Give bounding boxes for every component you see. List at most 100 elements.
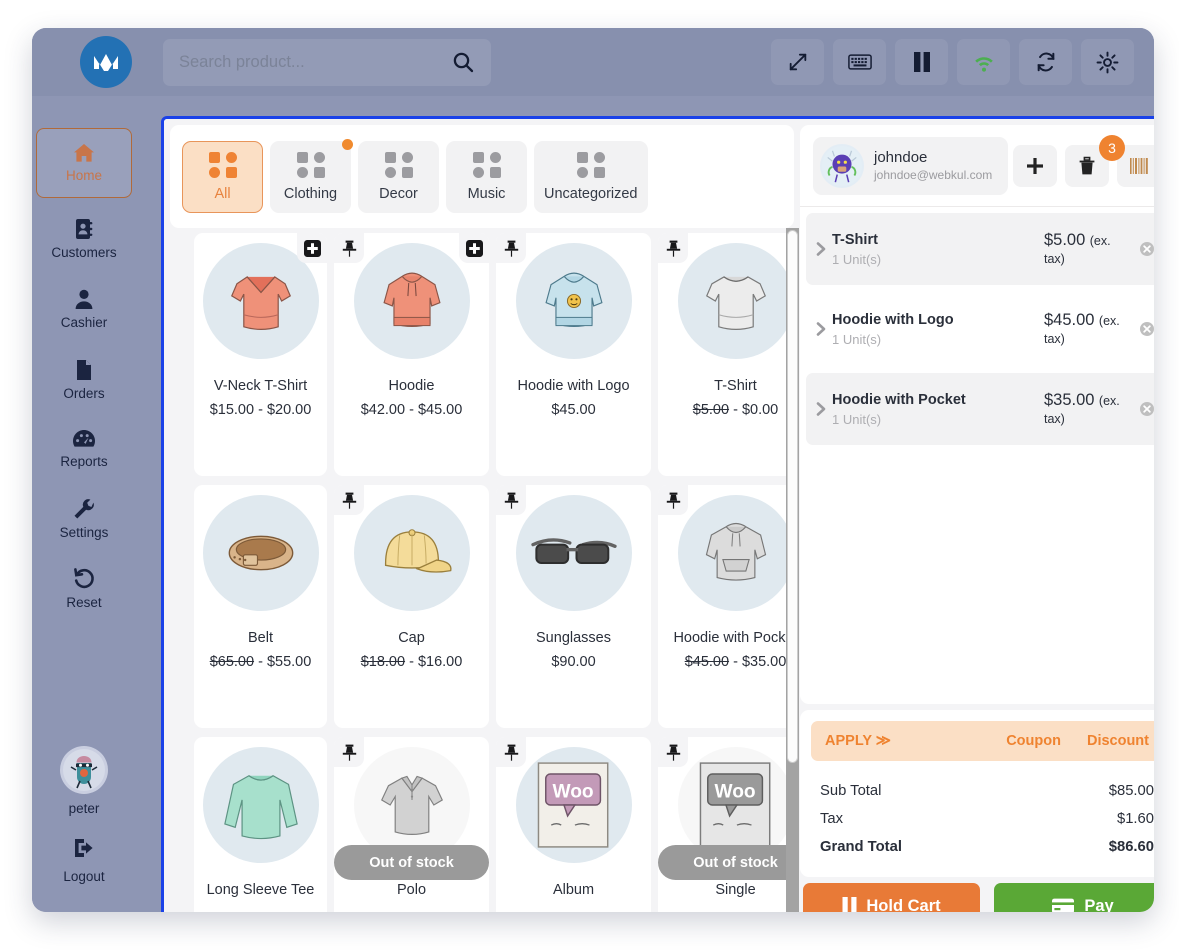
scrollbar-thumb[interactable] [787, 230, 798, 763]
product-card[interactable]: Hoodie with Pocket $45.00 - $35.00 [658, 485, 794, 728]
product-card[interactable]: Cap $18.00 - $16.00 [334, 485, 489, 728]
product-price-text: $45.00 [551, 402, 596, 418]
product-card[interactable]: Sunglasses $90.00 [496, 485, 651, 728]
cart-item-units: 1 Unit(s) [832, 252, 882, 267]
product-name: Hoodie with Pocket [673, 630, 794, 646]
cart-action-buttons: Hold Cart Pay [800, 883, 1154, 912]
category-tab-decor[interactable]: Decor [358, 141, 439, 213]
discount-button[interactable]: Discount [1087, 733, 1149, 749]
cart-header: johndoe johndoe@webkul.com 3 [800, 125, 1154, 207]
cart-item-name: Hoodie with Pocket [832, 392, 966, 408]
sidebar: Home Customers Cashier Orders Reports Se… [32, 96, 136, 912]
products-vertical-scrollbar[interactable] [786, 228, 799, 912]
sidebar-item-reset[interactable]: Reset [36, 559, 132, 619]
sidebar-item-cashier[interactable]: Cashier [36, 279, 132, 339]
category-tab-uncategorized[interactable]: Uncategorized [534, 141, 648, 213]
grid-icon [472, 152, 501, 178]
coupon-button[interactable]: Coupon [1006, 733, 1061, 749]
sidebar-item-settings[interactable]: Settings [36, 489, 132, 549]
pause-icon[interactable] [895, 39, 948, 85]
product-thumbnail [515, 495, 632, 611]
topbar-actions [771, 39, 1134, 85]
cart-item-price: $35.00 [1044, 390, 1095, 409]
category-tab-clothing[interactable]: Clothing [270, 139, 353, 213]
refresh-icon[interactable] [1019, 39, 1072, 85]
avatar [820, 143, 864, 188]
expand-arrows-icon[interactable] [771, 39, 824, 85]
pin-icon[interactable] [334, 737, 364, 767]
cart-item-row[interactable]: T-Shirt 1 Unit(s) $5.00 (ex. tax) [806, 213, 1154, 285]
wifi-icon[interactable] [957, 39, 1010, 85]
coupon-links: Coupon Discount [1006, 733, 1149, 749]
product-card[interactable]: Long Sleeve Tee [194, 737, 327, 912]
chevron-right-icon[interactable] [810, 321, 832, 337]
product-card[interactable]: Woo Out of stock Single [658, 737, 794, 912]
product-card[interactable]: Hoodie with Logo $45.00 [496, 233, 651, 476]
customer-chip[interactable]: johndoe johndoe@webkul.com [813, 136, 1009, 195]
content-frame: All Clothing Decor Music Uncategorized V-Nec… [161, 116, 1154, 912]
totals-value: $85.00 [1108, 783, 1154, 799]
remove-item-icon[interactable] [1134, 401, 1154, 417]
product-card[interactable]: T-Shirt $5.00 - $0.00 [658, 233, 794, 476]
sidebar-item-label: Reports [60, 454, 108, 469]
category-bar: All Clothing Decor Music Uncategorized [170, 125, 794, 228]
pin-icon[interactable] [334, 233, 364, 263]
sidebar-item-home[interactable]: Home [36, 128, 132, 198]
product-name: T-Shirt [714, 378, 757, 394]
file-icon [75, 359, 93, 381]
product-price: $18.00 - $16.00 [360, 654, 463, 670]
product-card[interactable]: Hoodie $42.00 - $45.00 [334, 233, 489, 476]
pin-icon[interactable] [658, 485, 688, 515]
remove-item-icon[interactable] [1134, 321, 1154, 337]
pin-icon[interactable] [658, 233, 688, 263]
pin-icon[interactable] [334, 485, 364, 515]
category-tab-all[interactable]: All [182, 141, 263, 213]
remove-item-icon[interactable] [1134, 241, 1154, 257]
hold-cart-button[interactable]: Hold Cart [803, 883, 980, 912]
sidebar-item-label: Customers [51, 244, 117, 260]
product-card[interactable]: V-Neck T-Shirt $15.00 - $20.00 [194, 233, 327, 476]
search-icon[interactable] [451, 50, 475, 74]
product-card[interactable]: Woo Album [496, 737, 651, 912]
sidebar-item-logout[interactable]: Logout [63, 838, 105, 884]
cart-item-row[interactable]: Hoodie with Pocket 1 Unit(s) $35.00 (ex. t… [806, 373, 1154, 445]
pay-button[interactable]: Pay [994, 883, 1154, 912]
product-price-text: $15.00 - $20.00 [209, 402, 312, 418]
totals-row: Tax $1.60 [811, 805, 1154, 833]
sidebar-item-customers[interactable]: Customers [36, 209, 132, 269]
product-price: $45.00 [551, 402, 595, 418]
sidebar-item-orders[interactable]: Orders [36, 350, 132, 410]
search-input[interactable] [179, 52, 451, 72]
webkul-logo-icon [80, 36, 132, 88]
product-card[interactable]: Out of stock Polo [334, 737, 489, 912]
pin-icon[interactable] [496, 233, 526, 263]
product-thumbnail [353, 243, 470, 359]
chevron-right-icon[interactable] [810, 241, 832, 257]
product-card[interactable]: Belt $65.00 - $55.00 [194, 485, 327, 728]
gear-icon[interactable] [1081, 39, 1134, 85]
category-tab-music[interactable]: Music [446, 141, 527, 213]
products-column: All Clothing Decor Music Uncategorized V-Nec… [164, 119, 800, 912]
chevron-right-icon[interactable] [810, 401, 832, 417]
keyboard-icon[interactable] [833, 39, 886, 85]
cart-item-row[interactable]: Hoodie with Logo 1 Unit(s) $45.00 (ex. tax… [806, 293, 1154, 365]
pin-icon[interactable] [658, 737, 688, 767]
sidebar-item-label: Settings [59, 524, 109, 540]
pin-icon[interactable] [496, 485, 526, 515]
product-price: $15.00 - $20.00 [210, 402, 312, 418]
out-of-stock-badge: Out of stock [334, 845, 489, 880]
product-thumbnail: Woo [515, 747, 632, 863]
add-product-icon[interactable] [297, 233, 327, 263]
pin-icon[interactable] [496, 737, 526, 767]
product-price-text: $90.00 [551, 654, 596, 670]
sidebar-item-reports[interactable]: Reports [36, 420, 132, 478]
add-customer-button[interactable] [1013, 144, 1057, 187]
cart-item-info: Hoodie with Pocket 1 Unit(s) [832, 391, 1042, 427]
pay-label: Pay [1084, 896, 1114, 913]
apply-coupon-button[interactable]: APPLY ≫ [825, 733, 891, 749]
sidebar-footer: peter Logout [60, 746, 108, 912]
cart-header-actions: 3 [1013, 134, 1154, 187]
add-product-icon[interactable] [459, 233, 489, 263]
search-bar[interactable] [163, 38, 491, 86]
totals-value: $1.60 [1116, 811, 1154, 827]
